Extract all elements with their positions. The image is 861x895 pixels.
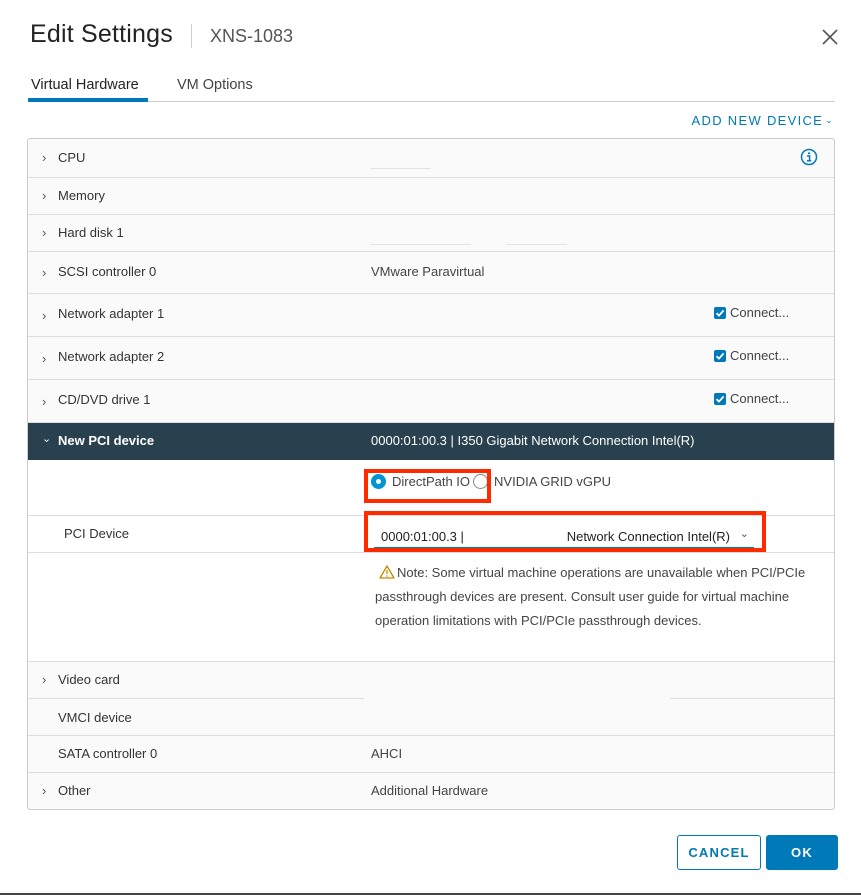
- chevron-right-icon[interactable]: ›: [42, 783, 46, 798]
- network-adapter-1-connect[interactable]: Connect...: [714, 305, 789, 320]
- hardware-row-cd-dvd-drive[interactable]: › CD/DVD drive 1 Connect...: [28, 380, 834, 423]
- pci-type-radio-group: DirectPath IO NVIDIA GRID vGPU: [371, 474, 611, 489]
- pci-device-row-label: New PCI device: [58, 433, 155, 448]
- hardware-row-other[interactable]: › Other Additional Hardware: [28, 773, 834, 809]
- cpu-field-placeholder: [371, 168, 431, 169]
- info-icon[interactable]: [800, 148, 818, 166]
- passthrough-note: Note: Some virtual machine operations ar…: [375, 561, 815, 633]
- chevron-right-icon[interactable]: ›: [42, 225, 46, 240]
- title-divider: [191, 24, 192, 48]
- ok-button[interactable]: OK: [766, 835, 838, 870]
- connect-checkbox[interactable]: [714, 392, 726, 405]
- connect-label: Connect...: [730, 305, 790, 320]
- pci-device-select-name: Network Connection Intel(R): [566, 529, 730, 544]
- hard-disk-label: Hard disk 1: [58, 225, 124, 240]
- vmci-label: VMCI device: [58, 710, 132, 725]
- hardware-row-vmci-device[interactable]: VMCI device: [28, 699, 834, 736]
- pci-device-summary: 0000:01:00.3 | I350 Gigabit Network Conn…: [371, 433, 695, 448]
- edit-settings-dialog: Edit Settings XNS-1083 Virtual Hardware …: [0, 0, 861, 895]
- hardware-row-video-card[interactable]: › Video card: [28, 662, 834, 699]
- radio-nvidia-grid-vgpu[interactable]: [473, 474, 489, 489]
- pci-device-select[interactable]: 0000:01:00.3 | Network Connection Intel(…: [374, 525, 754, 549]
- chevron-down-icon: ⌄: [739, 528, 749, 540]
- chevron-right-icon[interactable]: ›: [42, 672, 46, 687]
- hardware-row-network-adapter-1[interactable]: › Network adapter 1 Connect...: [28, 294, 834, 337]
- disk-size-placeholder: [371, 244, 471, 245]
- chevron-right-icon[interactable]: ›: [42, 308, 46, 323]
- hardware-row-network-adapter-2[interactable]: › Network adapter 2 Connect...: [28, 337, 834, 380]
- radio-nvidia-grid-vgpu-label[interactable]: NVIDIA GRID vGPU: [494, 474, 611, 489]
- close-button[interactable]: [820, 27, 840, 47]
- sata-label: SATA controller 0: [58, 746, 158, 761]
- virtual-hardware-list: › CPU › Memory › Hard disk 1 › SCSI cont…: [27, 138, 835, 810]
- hardware-row-cpu[interactable]: › CPU: [28, 139, 834, 178]
- cd-dvd-connect[interactable]: Connect...: [714, 391, 789, 406]
- dialog-title: Edit Settings: [30, 20, 173, 48]
- cpu-label: CPU: [58, 150, 86, 165]
- tab-virtual-hardware[interactable]: Virtual Hardware: [31, 77, 139, 93]
- radio-directpath-io-label[interactable]: DirectPath IO: [392, 474, 470, 489]
- scsi-value: VMware Paravirtual: [371, 264, 485, 279]
- passthrough-note-row: Note: Some virtual machine operations ar…: [28, 553, 834, 662]
- chevron-right-icon[interactable]: ›: [42, 351, 46, 366]
- close-icon: [822, 29, 838, 45]
- chevron-down-icon: ⌄: [825, 115, 834, 125]
- hardware-row-new-pci-device[interactable]: ⌄ New PCI device 0000:01:00.3 | I350 Gig…: [28, 423, 834, 460]
- hardware-row-scsi-controller[interactable]: › SCSI controller 0 VMware Paravirtual: [28, 252, 834, 294]
- other-label: Other: [58, 783, 91, 798]
- hardware-row-memory[interactable]: › Memory: [28, 178, 834, 215]
- chevron-right-icon[interactable]: ›: [42, 188, 46, 203]
- checkmark-icon: [715, 309, 725, 317]
- chevron-right-icon[interactable]: ›: [42, 394, 46, 409]
- connect-label: Connect...: [730, 348, 790, 363]
- radio-directpath-io[interactable]: [371, 474, 386, 489]
- network-adapter-2-connect[interactable]: Connect...: [714, 348, 789, 363]
- add-new-device-button[interactable]: ADD NEW DEVICE ⌄: [692, 113, 834, 128]
- connect-checkbox[interactable]: [714, 306, 726, 319]
- other-value: Additional Hardware: [371, 783, 489, 798]
- video-card-label: Video card: [58, 672, 120, 687]
- cd-dvd-label: CD/DVD drive 1: [58, 392, 151, 407]
- connect-label: Connect...: [730, 391, 790, 406]
- hardware-row-sata-controller[interactable]: SATA controller 0 AHCI: [28, 736, 834, 773]
- checkmark-icon: [715, 395, 725, 403]
- cancel-button[interactable]: CANCEL: [677, 835, 761, 870]
- warning-icon: [379, 565, 395, 579]
- chevron-down-icon[interactable]: ⌄: [42, 432, 51, 445]
- chevron-right-icon[interactable]: ›: [42, 150, 46, 165]
- tab-bar: Virtual Hardware VM Options: [28, 74, 835, 102]
- vm-name: XNS-1083: [210, 26, 294, 46]
- sata-value: AHCI: [371, 746, 403, 761]
- chevron-right-icon[interactable]: ›: [42, 265, 46, 280]
- checkmark-icon: [715, 352, 725, 360]
- pci-type-row: DirectPath IO NVIDIA GRID vGPU: [28, 460, 834, 516]
- network-adapter-2-label: Network adapter 2: [58, 349, 165, 364]
- passthrough-note-text: Note: Some virtual machine operations ar…: [375, 565, 806, 628]
- scsi-label: SCSI controller 0: [58, 264, 157, 279]
- disk-unit-placeholder: [507, 244, 567, 245]
- pci-device-select-address: 0000:01:00.3 |: [381, 529, 464, 544]
- hardware-row-hard-disk[interactable]: › Hard disk 1: [28, 215, 834, 252]
- pci-device-field-row: PCI Device 0000:01:00.3 | Network Connec…: [28, 516, 834, 553]
- pci-device-field-label: PCI Device: [64, 526, 130, 541]
- memory-label: Memory: [58, 188, 105, 203]
- network-adapter-1-label: Network adapter 1: [58, 306, 165, 321]
- connect-checkbox[interactable]: [714, 349, 726, 362]
- tab-vm-options[interactable]: VM Options: [177, 77, 253, 93]
- add-new-device-label: ADD NEW DEVICE: [691, 113, 824, 128]
- active-tab-indicator: [28, 98, 148, 102]
